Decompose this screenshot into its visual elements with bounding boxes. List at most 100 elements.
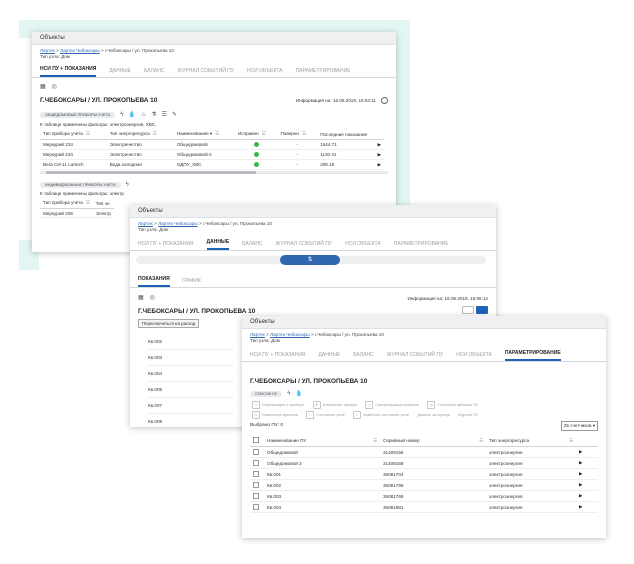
table-row[interactable]: Кв.001 35081704 электроэнергия ▶	[250, 468, 598, 480]
expand-arrow-icon[interactable]: ▶	[579, 471, 582, 476]
filter-icon[interactable]: ☰	[262, 131, 266, 136]
filter-icon[interactable]: ☰	[302, 131, 306, 136]
col-header-last[interactable]: Последние показания	[320, 132, 367, 137]
tab-nsi-object[interactable]: НСИ ОБЪЕКТА	[247, 68, 283, 77]
table-row[interactable]: Меркурий 234 Электричество Общедомовой -…	[40, 139, 384, 150]
subtab-readings[interactable]: ПОКАЗАНИЯ	[138, 276, 170, 287]
expand-arrow-icon[interactable]: ▶	[378, 142, 381, 148]
expand-arrow-icon[interactable]: ▶	[378, 162, 381, 168]
list-view-icon[interactable]	[462, 306, 474, 314]
gas-icon[interactable]: ⚗	[151, 111, 156, 118]
table-row[interactable]: Кв.002 35081795 электроэнергия ▶	[250, 479, 598, 491]
filter-icon[interactable]: ☰	[569, 438, 573, 444]
refine-time-button[interactable]: ◷ Уточнение времени ПУ	[427, 401, 478, 409]
tab-nsi-readings[interactable]: НСИ ПУ + ПОКАЗАНИЯ	[138, 241, 194, 250]
switch-to-consumption-button[interactable]: Переключиться на расход	[138, 319, 200, 328]
expand-arrow-icon[interactable]: ▶	[579, 460, 582, 465]
tab-nsi-object[interactable]: НСИ ОБЪЕКТА	[456, 352, 492, 361]
table-view-icon[interactable]: ▦	[138, 294, 144, 301]
breadcrumb-link-cheboksary[interactable]: Лартех Чебоксары	[270, 332, 310, 337]
col-header-serial[interactable]: Серийный номер	[383, 438, 420, 443]
col-header-ok[interactable]: Исправен	[238, 131, 259, 136]
tab-data[interactable]: ДАННЫЕ	[109, 68, 131, 77]
tab-data[interactable]: ДАННЫЕ	[319, 352, 341, 361]
tab-parameters[interactable]: ПАРАМЕТРИРОВАНИЕ	[394, 241, 449, 250]
meter-log-button[interactable]: Журнал ПУ	[458, 413, 478, 417]
list-item[interactable]: Кв.002	[148, 334, 234, 350]
tab-nsi-object[interactable]: НСИ ОБЪЕКТА	[345, 241, 381, 250]
tab-balance[interactable]: БАЛАНС	[242, 241, 262, 250]
heat-icon[interactable]: ♨	[141, 111, 146, 118]
breadcrumb-link-lartech[interactable]: Лартех	[40, 48, 55, 53]
edit-icon[interactable]: ✎	[172, 111, 177, 118]
tab-event-log[interactable]: ЖУРНАЛ СОБЫТИЙ ПУ	[276, 241, 332, 250]
breadcrumb-link-lartech[interactable]: Лартех	[250, 332, 265, 337]
breadcrumb-link-cheboksary[interactable]: Лартех Чебоксары	[158, 221, 198, 226]
electricity-icon[interactable]: ϟ	[120, 112, 123, 118]
list-item[interactable]: Кв.004	[148, 366, 234, 382]
chart-view-icon[interactable]: ◎	[52, 83, 57, 90]
period-data-button[interactable]: Данные за период	[417, 413, 449, 417]
columns-icon[interactable]: ☰	[162, 111, 167, 118]
breadcrumb-link-lartech[interactable]: Лартех	[138, 221, 153, 226]
row-checkbox[interactable]	[253, 459, 259, 466]
collapse-toggle-button[interactable]: ⇅	[280, 255, 340, 265]
row-checkbox[interactable]	[253, 481, 259, 488]
tab-event-log[interactable]: ЖУРНАЛ СОБЫТИЙ ПУ	[177, 68, 233, 77]
filter-icon[interactable]: ☰	[373, 438, 377, 444]
table-view-icon[interactable]: ▦	[40, 83, 46, 90]
list-item[interactable]: Кв.003	[148, 350, 234, 366]
filter-icon[interactable]: ☰	[153, 131, 157, 136]
expand-arrow-icon[interactable]: ▶	[579, 504, 582, 509]
grid-view-icon[interactable]	[476, 306, 488, 314]
row-checkbox[interactable]	[253, 448, 259, 455]
list-item[interactable]: Кв.005	[148, 382, 234, 398]
table-row[interactable]: Кв.003 35081769 электроэнергия ▶	[250, 490, 598, 502]
row-checkbox[interactable]	[253, 492, 259, 499]
table-row[interactable]: Общедомовой 2 31409158 электроэнергия ▶	[250, 457, 598, 469]
refresh-icon[interactable]	[381, 97, 388, 104]
list-item[interactable]: Кв.007	[148, 398, 234, 414]
electricity-icon[interactable]: ϟ	[287, 391, 290, 397]
table-row[interactable]: Общедомовой 31409156 электроэнергия ▶	[250, 446, 598, 458]
common-meters-chip[interactable]: ОБЩЕДОМОВЫЕ ПРИБОРЫ УЧЕТА	[40, 111, 116, 118]
relay-state-button[interactable]: ⎍ Состояние реле	[306, 411, 345, 419]
expand-arrow-icon[interactable]: ▶	[579, 493, 582, 498]
col-header-resource[interactable]: Тип эн	[92, 198, 114, 209]
filter-icon[interactable]: ☰	[479, 438, 483, 444]
col-header-name[interactable]: Наименование ▾	[177, 131, 212, 136]
tab-event-log[interactable]: ЖУРНАЛ СОБЫТИЙ ПУ	[387, 352, 443, 361]
page-size-select[interactable]: 25 счетчиков ▾	[560, 421, 598, 431]
row-checkbox[interactable]	[253, 503, 259, 510]
tab-nsi-readings[interactable]: НСИ ПУ + ПОКАЗАНИЯ	[250, 352, 306, 361]
col-header-meter-type[interactable]: Тип прибора учета	[43, 200, 83, 205]
filter-icon[interactable]: ☰	[86, 131, 90, 136]
change-tariff-button[interactable]: ₽ Изменение тарифа	[312, 401, 357, 409]
tab-parameters[interactable]: ПАРАМЕТРИРОВАНИЕ	[296, 68, 351, 77]
col-header-meter-type[interactable]: Тип прибора учета	[43, 131, 83, 136]
scrollbar-thumb[interactable]	[46, 171, 256, 174]
table-row[interactable]: Кв.004 35081881 электроэнергия ▶	[250, 501, 598, 513]
water-icon[interactable]: 💧	[128, 111, 135, 118]
tab-nsi-readings[interactable]: НСИ ПУ + ПОКАЗАНИЯ	[40, 66, 97, 77]
table-row[interactable]: Меркурий 206 Электр	[40, 208, 114, 218]
filter-icon[interactable]: ☰	[86, 200, 90, 205]
sync-time-button[interactable]: ◷ Синхронизация времени	[365, 401, 419, 409]
subtab-graph[interactable]: ГРАФИК	[182, 278, 201, 287]
horizontal-scrollbar[interactable]	[40, 171, 388, 174]
tab-data[interactable]: ДАННЫЕ	[206, 239, 230, 250]
change-time-button[interactable]: ◷ Изменение времени	[252, 411, 298, 419]
electricity-icon[interactable]: ϟ	[126, 182, 129, 188]
chart-view-icon[interactable]: ◎	[150, 294, 155, 301]
col-header-resource[interactable]: Тип энергоресурса	[110, 131, 150, 136]
expand-arrow-icon[interactable]: ▶	[579, 449, 582, 454]
col-header-meter-name[interactable]: Наименование ПУ	[267, 438, 306, 443]
table-row[interactable]: Вега СИ-11 Lartech Вода холодная ОДПУ_ХВ…	[40, 159, 384, 170]
col-header-verified[interactable]: Поверен	[281, 131, 299, 136]
expand-arrow-icon[interactable]: ▶	[378, 152, 381, 158]
list-item[interactable]: Кв.008	[148, 414, 234, 427]
water-icon[interactable]: 💧	[295, 390, 302, 397]
meter-list-chip[interactable]: СПИСОК ПУ	[250, 390, 283, 397]
tab-balance[interactable]: БАЛАНС	[353, 352, 373, 361]
expand-arrow-icon[interactable]: ▶	[579, 482, 582, 487]
